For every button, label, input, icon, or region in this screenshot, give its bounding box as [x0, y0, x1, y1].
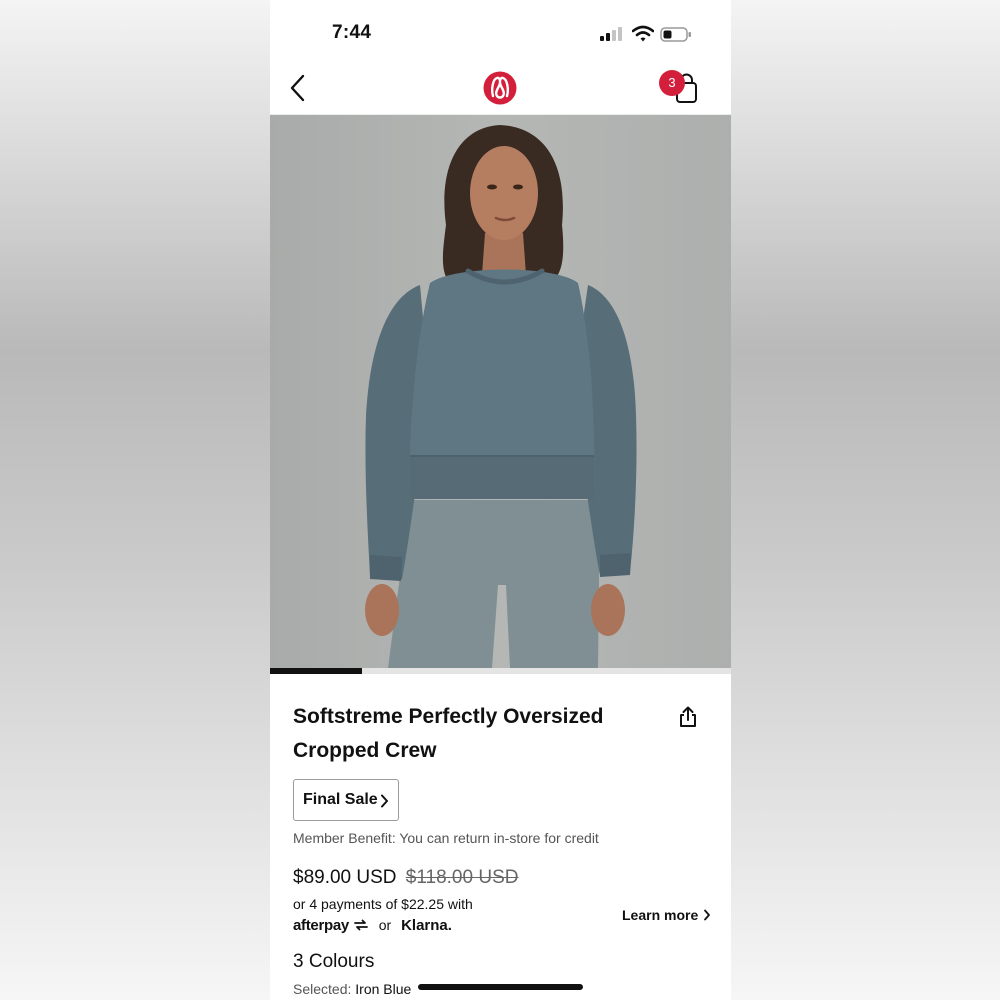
chevron-left-icon[interactable] — [288, 74, 308, 102]
klarna-logo[interactable]: Klarna. — [401, 917, 452, 934]
share-icon[interactable] — [678, 706, 698, 728]
selected-label: Selected: — [293, 981, 352, 997]
payment-providers: afterpay or Klarna. — [293, 917, 452, 937]
colours-heading: 3 Colours — [293, 951, 375, 972]
afterpay-arrows-icon — [353, 919, 368, 931]
member-benefit-text: Member Benefit: You can return in-store … — [293, 830, 599, 846]
navigation-bar: 3 — [270, 62, 731, 115]
final-sale-button[interactable]: Final Sale — [293, 779, 399, 821]
battery-icon — [660, 27, 691, 42]
sale-price: $89.00 USD — [293, 867, 397, 888]
cart-count-badge: 3 — [659, 70, 685, 96]
status-time: 7:44 — [332, 22, 372, 43]
phone-screen: 7:44 3 Softstreme Perfectly Oversized Cr… — [270, 0, 731, 1000]
carousel-progress-fill — [270, 668, 363, 674]
original-price: $118.00 USD — [405, 867, 519, 888]
product-image[interactable] — [270, 115, 731, 668]
selected-colour-row: Selected: Iron Blue — [293, 981, 411, 997]
learn-more-label: Learn more — [622, 907, 699, 923]
price-row: $89.00 USD $118.00 USD — [293, 867, 518, 889]
installments-text: or 4 payments of $22.25 with — [293, 896, 473, 912]
status-bar: 7:44 — [270, 0, 731, 62]
learn-more-link[interactable]: Learn more — [622, 907, 711, 923]
final-sale-label: Final Sale — [303, 791, 378, 808]
model-photo — [365, 125, 637, 668]
or-label: or — [378, 917, 392, 933]
home-indicator[interactable] — [418, 984, 583, 990]
wifi-icon — [632, 25, 654, 42]
image-carousel-progress — [270, 668, 731, 674]
chevron-right-icon — [704, 909, 711, 921]
selected-colour-value: Iron Blue — [355, 981, 412, 997]
chevron-right-icon — [381, 794, 388, 808]
product-title: Softstreme Perfectly Oversized Cropped C… — [293, 705, 604, 762]
lululemon-logo[interactable] — [483, 71, 517, 105]
cellular-signal-icon — [600, 27, 622, 41]
afterpay-logo[interactable]: afterpay — [293, 917, 349, 934]
